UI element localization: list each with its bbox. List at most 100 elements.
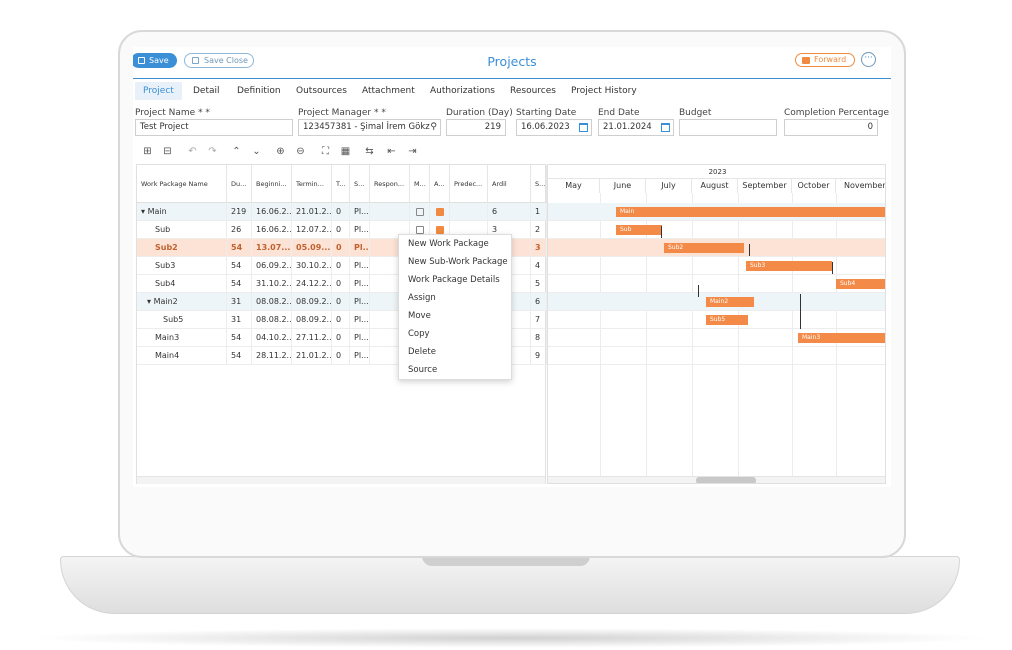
col-m[interactable]: M... bbox=[410, 165, 430, 203]
tab-resources[interactable]: Resources bbox=[510, 82, 556, 100]
add-subtask-icon[interactable]: ⊟ bbox=[162, 146, 173, 157]
add-task-icon[interactable]: ⊞ bbox=[142, 146, 153, 157]
tab-outsources[interactable]: Outsources bbox=[296, 82, 347, 100]
menu-assign[interactable]: Assign bbox=[408, 289, 436, 307]
project-name-label: Project Name * * bbox=[135, 108, 210, 118]
tab-project[interactable]: Project bbox=[135, 82, 182, 100]
gantt-scrollbar[interactable] bbox=[548, 476, 885, 483]
list-indent-icon[interactable]: ⇥ bbox=[407, 146, 418, 157]
task-name: Sub5 bbox=[163, 315, 184, 324]
indent-icon[interactable]: ⇆ bbox=[364, 146, 375, 157]
table-cell: Pl... bbox=[350, 329, 370, 347]
gantt-bar[interactable]: Sub2 bbox=[664, 243, 744, 253]
table-cell: 24.12.2... bbox=[292, 275, 332, 293]
duration-field[interactable]: 219 bbox=[446, 119, 506, 136]
zoom-out-icon[interactable]: ⊖ bbox=[295, 146, 306, 157]
tab-project-history[interactable]: Project History bbox=[571, 82, 637, 100]
table-cell: 26 bbox=[227, 221, 252, 239]
menu-move[interactable]: Move bbox=[408, 307, 431, 325]
col-seq[interactable]: S... bbox=[531, 165, 547, 203]
col-termination[interactable]: Termin... bbox=[292, 165, 332, 203]
forward-label: Forward bbox=[814, 55, 847, 64]
forward-button[interactable]: Forward bbox=[795, 53, 855, 67]
table-cell: 16.06.2... bbox=[252, 203, 292, 221]
col-t[interactable]: T... bbox=[332, 165, 350, 203]
col-a[interactable]: A... bbox=[430, 165, 450, 203]
active-checkbox[interactable] bbox=[436, 208, 444, 216]
table-cell: 08.08.2... bbox=[252, 293, 292, 311]
budget-field[interactable] bbox=[679, 119, 777, 136]
starting-date-field[interactable]: 16.06.2023 bbox=[516, 119, 592, 136]
table-cell: 31.10.2... bbox=[252, 275, 292, 293]
table-cell: 54 bbox=[227, 275, 252, 293]
table-cell: 08.08.2... bbox=[252, 311, 292, 329]
milestone-checkbox[interactable] bbox=[416, 226, 424, 234]
collapse-all-icon[interactable]: ⌃ bbox=[231, 146, 242, 157]
tab-attachment[interactable]: Attachment bbox=[362, 82, 415, 100]
table-cell: 27.11.2... bbox=[292, 329, 332, 347]
project-manager-field[interactable]: 123457381 - Şimal İrem Gökz ⚲ bbox=[298, 119, 441, 136]
month-october: October bbox=[792, 179, 836, 193]
grid-icon[interactable]: ▦ bbox=[340, 146, 351, 157]
redo-icon[interactable]: ↷ bbox=[207, 146, 218, 157]
gantt-bar[interactable]: Sub4 bbox=[836, 279, 885, 289]
table-row[interactable]: ▾ Main 219 16.06.2... 21.01.2... 0 Pl... 6 1 bbox=[137, 203, 547, 221]
menu-new-sub-work-package[interactable]: New Sub-Work Package bbox=[408, 253, 508, 271]
table-cell: 08.09.2... bbox=[292, 311, 332, 329]
end-date-value: 21.01.2024 bbox=[603, 122, 652, 132]
task-name: Sub bbox=[155, 225, 171, 234]
zoom-in-icon[interactable]: ⊕ bbox=[275, 146, 286, 157]
table-cell: 54 bbox=[227, 329, 252, 347]
menu-copy[interactable]: Copy bbox=[408, 325, 430, 343]
col-s[interactable]: S... bbox=[350, 165, 370, 203]
undo-icon[interactable]: ↶ bbox=[187, 146, 198, 157]
table-cell: Main4 bbox=[137, 347, 227, 365]
tab-authorizations[interactable]: Authorizations bbox=[430, 82, 495, 100]
menu-delete[interactable]: Delete bbox=[408, 343, 436, 361]
gantt-row bbox=[548, 221, 885, 239]
fit-icon[interactable]: ⛶ bbox=[320, 146, 331, 157]
gantt-bar[interactable]: Main3 bbox=[798, 333, 885, 343]
gantt-bar[interactable]: Sub3 bbox=[746, 261, 832, 271]
task-name: Sub2 bbox=[155, 243, 178, 252]
tab-definition[interactable]: Definition bbox=[237, 82, 281, 100]
grid-scrollbar[interactable] bbox=[137, 476, 545, 484]
menu-source[interactable]: Source bbox=[408, 361, 437, 379]
table-cell: Sub4 bbox=[137, 275, 227, 293]
outdent-icon[interactable]: ⇤ bbox=[386, 146, 397, 157]
month-may: May bbox=[548, 179, 600, 193]
table-cell: Sub5 bbox=[137, 311, 227, 329]
gantt-bar[interactable]: Sub5 bbox=[706, 315, 748, 325]
gantt-bar[interactable]: Main bbox=[616, 207, 885, 217]
more-button[interactable]: ··· bbox=[861, 52, 876, 67]
table-cell: ▾ Main2 bbox=[137, 293, 227, 311]
table-cell: 28.11.2... bbox=[252, 347, 292, 365]
dependency-arrow bbox=[661, 226, 662, 238]
active-checkbox[interactable] bbox=[436, 226, 444, 234]
completion-field[interactable]: 0 bbox=[784, 119, 878, 136]
col-name[interactable]: Work Package Name bbox=[137, 165, 227, 203]
calendar-icon[interactable] bbox=[661, 123, 670, 132]
table-cell: ▾ Main bbox=[137, 203, 227, 221]
col-beginning[interactable]: Beginni... bbox=[252, 165, 292, 203]
search-icon[interactable]: ⚲ bbox=[430, 120, 437, 135]
gantt-scroll-thumb[interactable] bbox=[696, 477, 756, 483]
col-ardil[interactable]: Ardil bbox=[488, 165, 531, 203]
menu-work-package-details[interactable]: Work Package Details bbox=[408, 271, 500, 289]
gantt-bar[interactable]: Sub bbox=[616, 225, 662, 235]
tab-detail[interactable]: Detail bbox=[193, 82, 220, 100]
menu-new-work-package[interactable]: New Work Package bbox=[408, 235, 489, 253]
col-predecessor[interactable]: Predec... bbox=[450, 165, 488, 203]
col-duration[interactable]: Du... bbox=[227, 165, 252, 203]
table-cell: Pl... bbox=[350, 203, 370, 221]
gantt-bar[interactable]: Main2 bbox=[706, 297, 754, 307]
project-name-field[interactable]: Test Project bbox=[135, 119, 293, 136]
expand-all-icon[interactable]: ⌄ bbox=[251, 146, 262, 157]
col-responsible[interactable]: Respon... bbox=[370, 165, 410, 203]
milestone-checkbox[interactable] bbox=[416, 208, 424, 216]
calendar-icon[interactable] bbox=[579, 123, 588, 132]
forward-icon bbox=[802, 56, 810, 64]
end-date-field[interactable]: 21.01.2024 bbox=[598, 119, 674, 136]
month-september: September bbox=[738, 179, 792, 193]
project-manager-label: Project Manager * * bbox=[298, 108, 386, 118]
